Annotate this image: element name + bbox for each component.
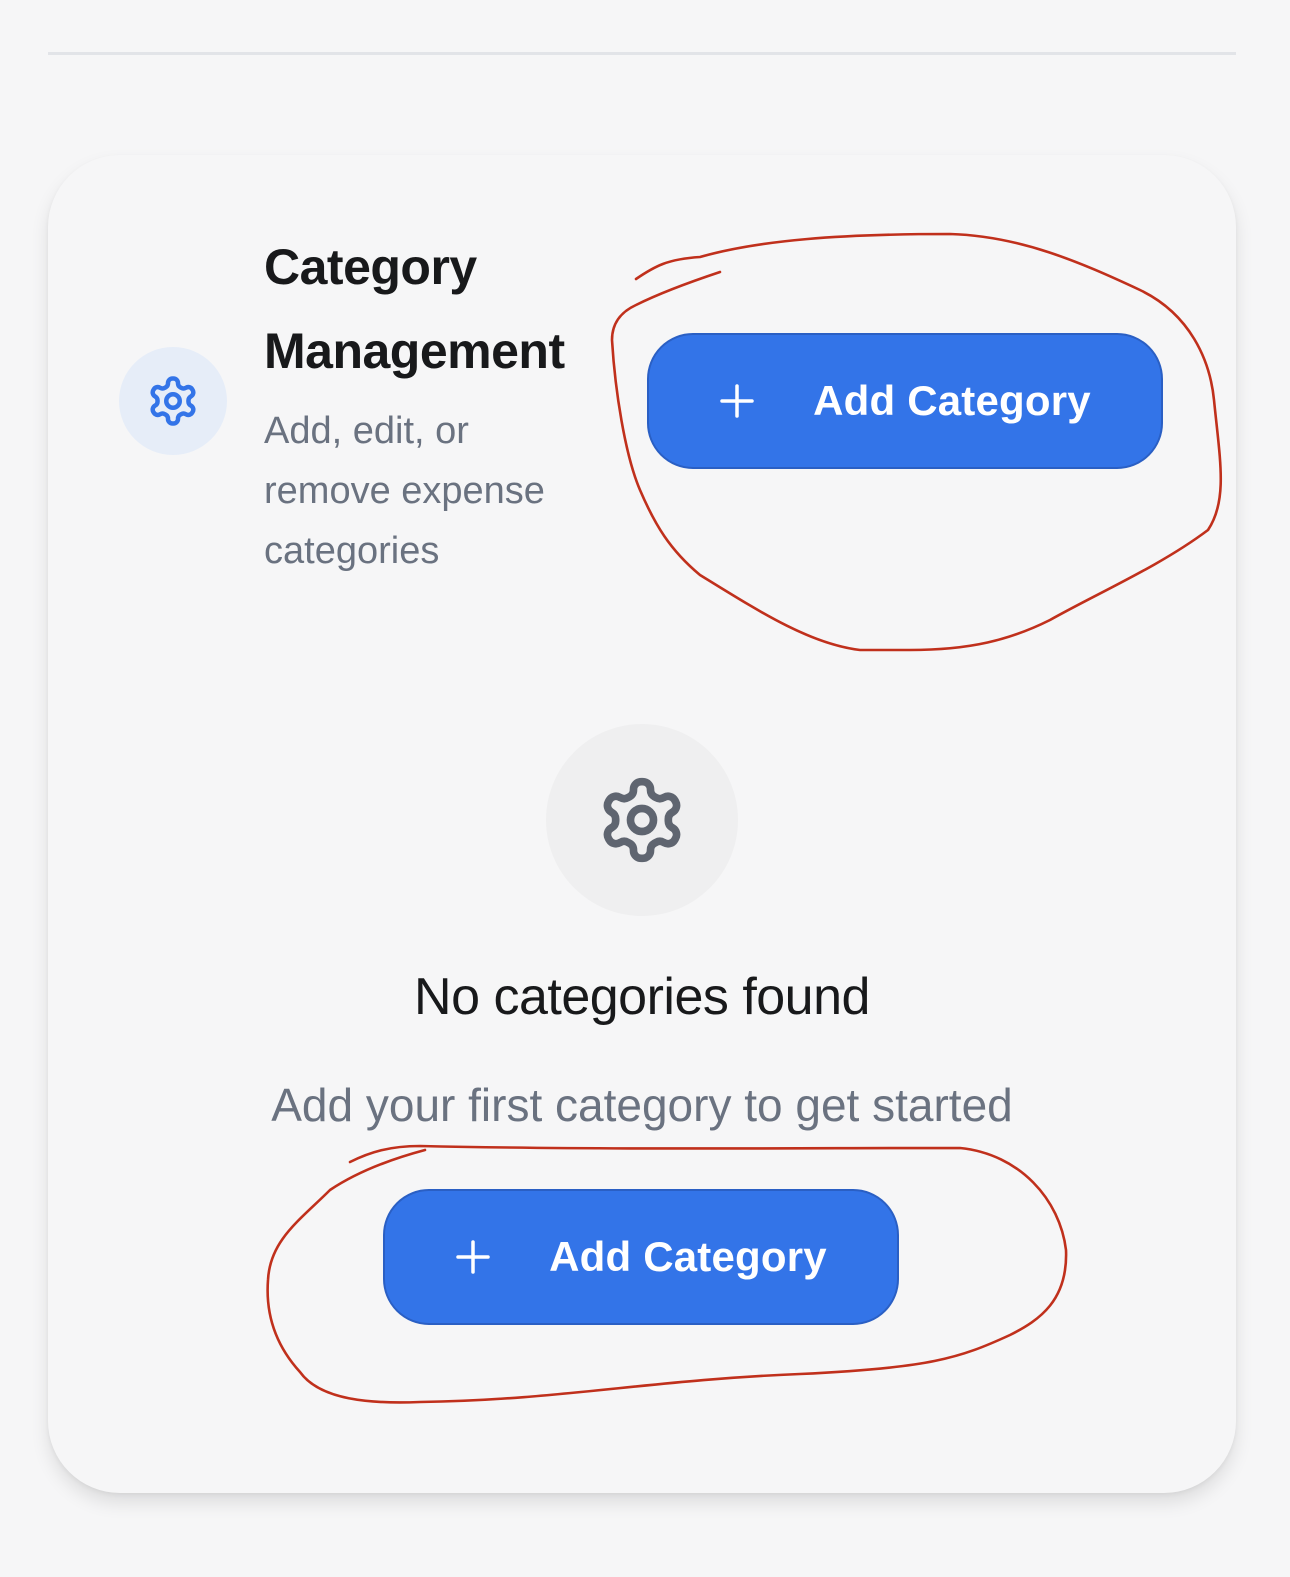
add-category-button-label: Add Category [813, 377, 1091, 424]
gear-icon [150, 376, 196, 426]
empty-state-title: No categories found [414, 968, 870, 1026]
page-title-line-1: Category [264, 239, 477, 295]
gear-icon [603, 777, 681, 863]
empty-state-message: Add your first category to get started [271, 1079, 1013, 1131]
page-subtitle-line-2: remove expense [264, 470, 545, 512]
plus-icon [455, 1239, 491, 1275]
add-category-button[interactable]: Add Category [647, 333, 1163, 469]
add-first-category-button-label: Add Category [549, 1233, 827, 1280]
page-title-line-2: Management [264, 323, 565, 379]
top-divider [48, 52, 1236, 55]
page-subtitle: Add, edit, or remove expense categories [264, 401, 594, 581]
page-subtitle-line-1: Add, edit, or [264, 410, 469, 452]
add-first-category-button[interactable]: Add Category [383, 1189, 899, 1325]
empty-state-icon-badge [546, 724, 738, 916]
header-icon-badge [119, 347, 227, 455]
category-management-card: Category Management Add, edit, or remove… [48, 155, 1236, 1493]
page-title: Category Management [264, 225, 604, 393]
page-subtitle-line-3: categories [264, 530, 440, 572]
plus-icon [719, 383, 755, 419]
